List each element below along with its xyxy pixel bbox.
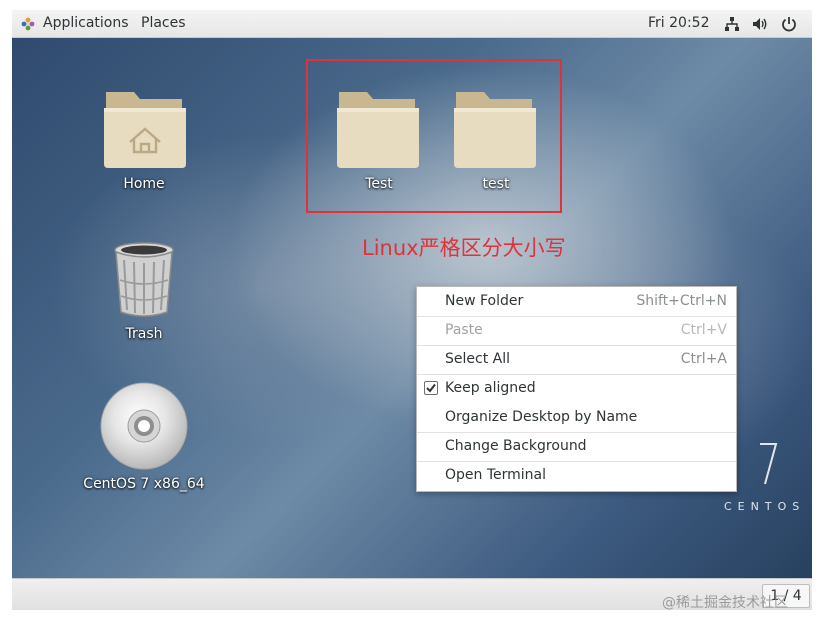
desktop[interactable]: Home Trash CentOS 7 x86_64 Test test Lin… <box>12 38 812 578</box>
volume-icon[interactable] <box>752 16 768 32</box>
menu-item-organize-desktop[interactable]: Organize Desktop by Name <box>417 403 736 431</box>
menu-item-accelerator: Ctrl+V <box>680 322 727 338</box>
menu-item-select-all[interactable]: Select All Ctrl+A <box>417 345 736 373</box>
menu-item-label: Paste <box>445 322 483 338</box>
desktop-icon-trash[interactable]: Trash <box>84 236 204 356</box>
menu-item-label: Select All <box>445 351 510 367</box>
screenshot-frame: Applications Places Fri 20:52 Home Trash… <box>0 0 825 619</box>
desktop-icon-home[interactable]: Home <box>84 82 204 202</box>
desktop-icon-centos-disc[interactable]: CentOS 7 x86_64 <box>74 380 214 500</box>
network-icon[interactable] <box>724 16 740 32</box>
menu-item-open-terminal[interactable]: Open Terminal <box>417 461 736 489</box>
menu-item-label: Organize Desktop by Name <box>445 409 638 425</box>
menu-item-new-folder[interactable]: New Folder Shift+Ctrl+N <box>417 287 736 315</box>
power-icon[interactable] <box>781 16 797 32</box>
top-panel: Applications Places Fri 20:52 <box>12 10 812 38</box>
places-menu[interactable]: Places <box>141 15 186 31</box>
home-folder-icon <box>104 92 186 168</box>
menu-item-change-background[interactable]: Change Background <box>417 432 736 460</box>
menu-item-accelerator: Shift+Ctrl+N <box>636 293 727 309</box>
menu-item-label: Keep aligned <box>445 380 536 396</box>
menu-item-accelerator: Ctrl+A <box>680 351 727 367</box>
applications-logo-icon[interactable] <box>20 16 36 32</box>
clock[interactable]: Fri 20:52 <box>648 15 709 31</box>
checkbox-checked-icon[interactable] <box>424 381 438 395</box>
menu-item-keep-aligned[interactable]: Keep aligned <box>417 374 736 402</box>
desktop-icon-label: Trash <box>125 326 163 342</box>
menu-item-label: Open Terminal <box>445 467 547 483</box>
menu-item-label: Change Background <box>445 438 587 454</box>
annotation-highlight-box <box>306 59 562 213</box>
menu-item-label: New Folder <box>445 293 524 309</box>
menu-item-paste: Paste Ctrl+V <box>417 316 736 344</box>
trash-icon <box>114 242 174 317</box>
annotation-text: Linux严格区分大小写 <box>362 236 566 260</box>
desktop-icon-label: CentOS 7 x86_64 <box>83 476 205 492</box>
watermark-text: @稀土掘金技术社区 <box>662 595 788 611</box>
optical-disc-icon <box>100 382 188 470</box>
applications-menu[interactable]: Applications <box>43 15 129 31</box>
desktop-icon-label: Home <box>123 176 165 192</box>
desktop-context-menu: New Folder Shift+Ctrl+N Paste Ctrl+V Sel… <box>416 286 737 492</box>
centos-brand-text: CENTOS <box>724 500 806 513</box>
